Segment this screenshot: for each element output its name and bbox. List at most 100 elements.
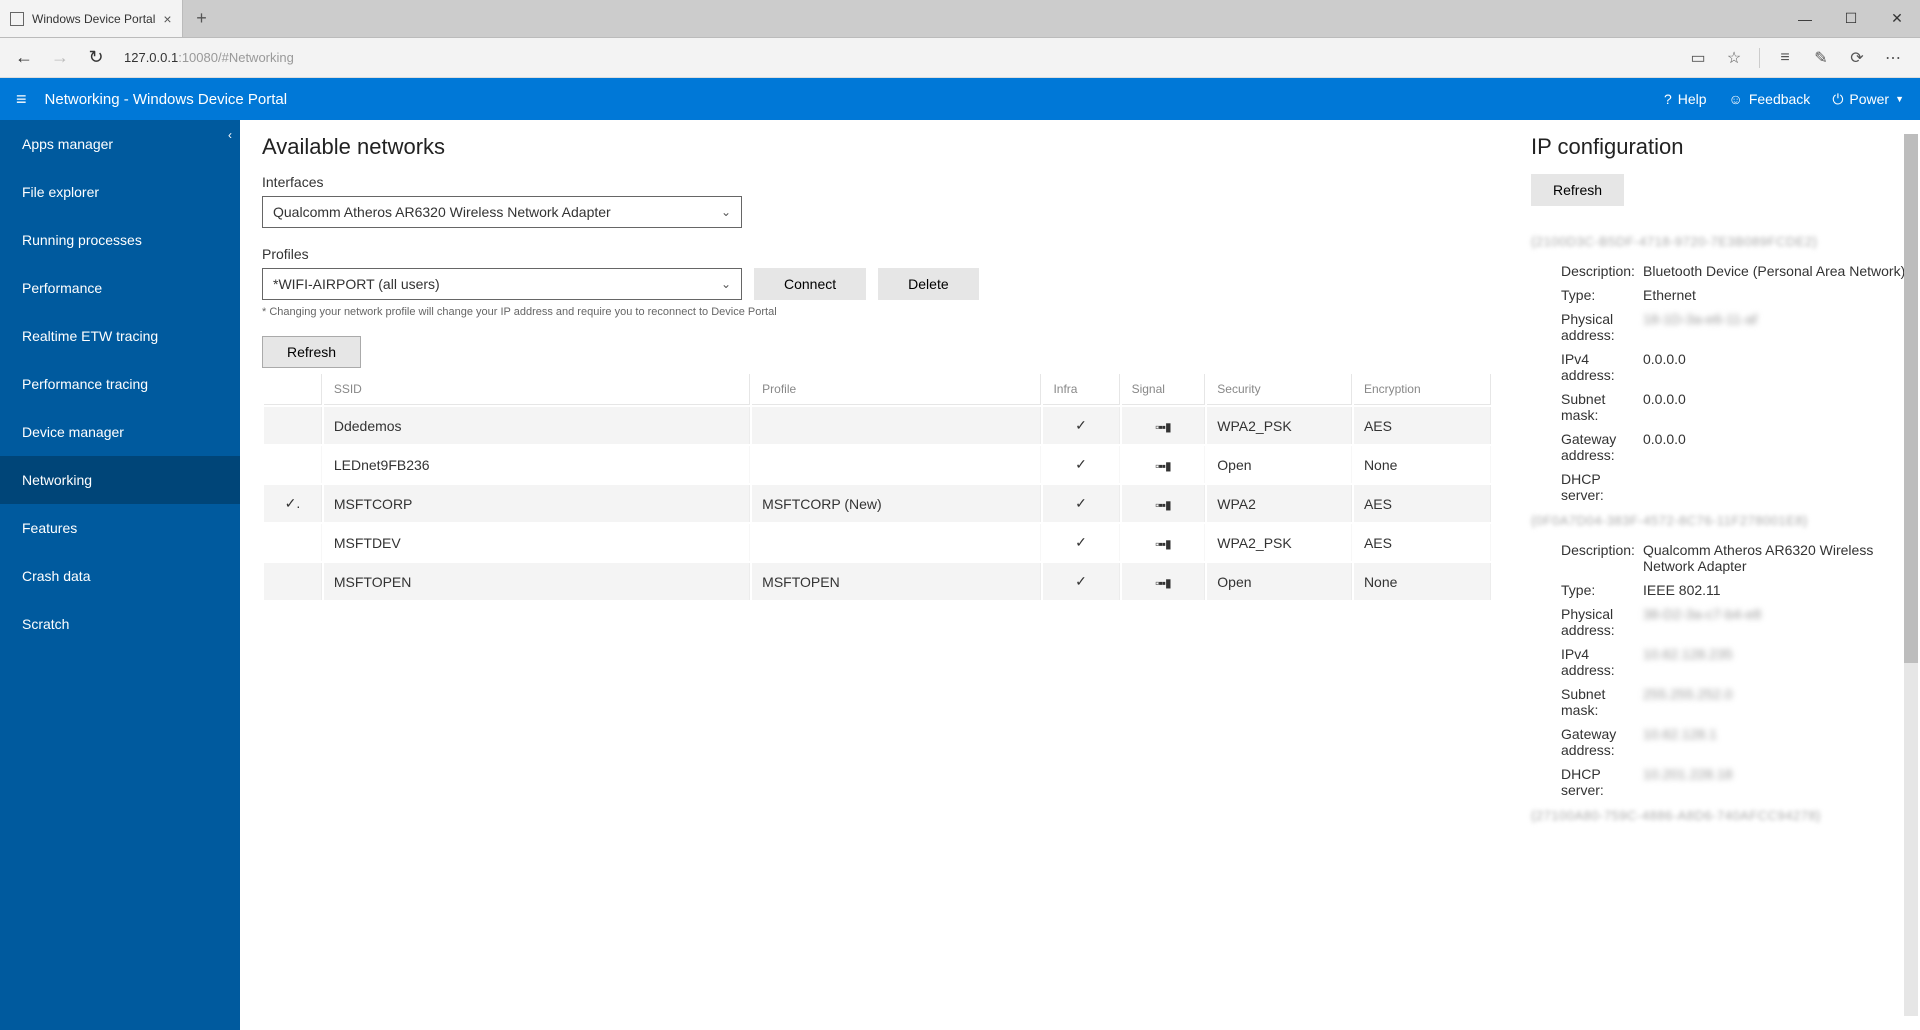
new-tab-button[interactable]: + bbox=[183, 0, 221, 37]
cell-encryption: AES bbox=[1354, 485, 1491, 522]
sidebar-item-scratch[interactable]: Scratch bbox=[0, 600, 240, 648]
cell-infra: ✓ bbox=[1043, 446, 1119, 483]
forward-button[interactable]: → bbox=[42, 42, 78, 74]
table-row[interactable]: LEDnet9FB236 ✓ ▫▪▪▮ OpenNone bbox=[264, 446, 1491, 483]
cell-infra: ✓ bbox=[1043, 407, 1119, 444]
reading-view-icon[interactable]: ▭ bbox=[1683, 43, 1713, 73]
address-bar[interactable]: 127.0.0.1:10080/#Networking bbox=[124, 50, 1683, 65]
page-icon bbox=[10, 12, 24, 26]
cell-signal: ▫▪▪▮ bbox=[1122, 485, 1206, 522]
label-mask: Subnet mask: bbox=[1531, 391, 1639, 423]
cell-encryption: None bbox=[1354, 446, 1491, 483]
sidebar-item-apps-manager[interactable]: Apps manager bbox=[0, 120, 240, 168]
adapter-guid: {0F0A7D04-383F-4572-8C76-11F278001E8} bbox=[1531, 513, 1910, 528]
delete-button[interactable]: Delete bbox=[878, 268, 978, 300]
refresh-networks-button[interactable]: Refresh bbox=[262, 336, 361, 368]
close-icon[interactable]: × bbox=[163, 11, 171, 27]
help-icon: ? bbox=[1664, 91, 1672, 107]
value-ipv4: 10.62.128.235 bbox=[1639, 646, 1910, 678]
label-physical: Physical address: bbox=[1531, 311, 1639, 343]
interfaces-select[interactable]: Qualcomm Atheros AR6320 Wireless Network… bbox=[262, 196, 742, 228]
signal-icon: ▫▪▪▮ bbox=[1155, 420, 1170, 434]
connect-button[interactable]: Connect bbox=[754, 268, 866, 300]
profiles-value: *WIFI-AIRPORT (all users) bbox=[273, 276, 440, 292]
adapter-block: {0F0A7D04-383F-4572-8C76-11F278001E8} Des… bbox=[1531, 513, 1910, 802]
cell-security: Open bbox=[1207, 446, 1352, 483]
col-security[interactable]: Security bbox=[1207, 374, 1352, 405]
chevron-down-icon: ⌄ bbox=[721, 277, 731, 291]
adapter-block: {27100A80-759C-4886-A8D6-740AFCC94278} bbox=[1531, 808, 1910, 823]
label-physical: Physical address: bbox=[1531, 606, 1639, 638]
value-mask: 0.0.0.0 bbox=[1639, 391, 1910, 423]
sidebar-item-networking[interactable]: Networking bbox=[0, 456, 240, 504]
refresh-ipconfig-button[interactable]: Refresh bbox=[1531, 174, 1624, 206]
minimize-button[interactable]: — bbox=[1782, 0, 1828, 37]
available-networks-title: Available networks bbox=[262, 134, 1493, 160]
refresh-button[interactable]: ↻ bbox=[78, 42, 114, 74]
col-encryption[interactable]: Encryption bbox=[1354, 374, 1491, 405]
table-row[interactable]: Ddedemos✓▫▪▪▮WPA2_PSKAES bbox=[264, 407, 1491, 444]
signal-icon: ▫▪▪▮ bbox=[1155, 576, 1170, 590]
cell-signal: ▫▪▪▮ bbox=[1122, 563, 1206, 600]
browser-toolbar: ← → ↻ 127.0.0.1:10080/#Networking ▭ ☆ ≡ … bbox=[0, 38, 1920, 78]
cell-ssid: MSFTCORP bbox=[324, 485, 750, 522]
sidebar-item-file-explorer[interactable]: File explorer bbox=[0, 168, 240, 216]
cell-ssid: LEDnet9FB236 bbox=[324, 446, 750, 483]
share-icon[interactable]: ⟳ bbox=[1842, 43, 1872, 73]
cell-encryption: AES bbox=[1354, 524, 1491, 561]
profiles-select[interactable]: *WIFI-AIRPORT (all users) ⌄ bbox=[262, 268, 742, 300]
value-description: Bluetooth Device (Personal Area Network) bbox=[1639, 263, 1910, 279]
cell-profile bbox=[752, 407, 1041, 444]
label-description: Description: bbox=[1531, 542, 1639, 574]
feedback-link[interactable]: ☺Feedback bbox=[1729, 91, 1811, 107]
sidebar-item-realtime-etw-tracing[interactable]: Realtime ETW tracing bbox=[0, 312, 240, 360]
cell-profile bbox=[752, 524, 1041, 561]
notes-icon[interactable]: ✎ bbox=[1806, 43, 1836, 73]
hamburger-icon[interactable]: ≡ bbox=[16, 89, 27, 110]
hub-icon[interactable]: ≡ bbox=[1770, 43, 1800, 73]
interfaces-label: Interfaces bbox=[262, 174, 1493, 190]
sidebar-item-performance-tracing[interactable]: Performance tracing bbox=[0, 360, 240, 408]
col-infra[interactable]: Infra bbox=[1043, 374, 1119, 405]
help-link[interactable]: ?Help bbox=[1664, 91, 1707, 107]
col-ssid[interactable]: SSID bbox=[324, 374, 750, 405]
collapse-sidebar-icon[interactable]: ‹ bbox=[228, 128, 232, 142]
address-host: 127.0.0.1 bbox=[124, 50, 178, 65]
maximize-button[interactable]: ☐ bbox=[1828, 0, 1874, 37]
cell-encryption: AES bbox=[1354, 407, 1491, 444]
table-row[interactable]: MSFTOPENMSFTOPEN✓▫▪▪▮OpenNone bbox=[264, 563, 1491, 600]
label-type: Type: bbox=[1531, 582, 1639, 598]
sidebar-item-running-processes[interactable]: Running processes bbox=[0, 216, 240, 264]
cell-profile: MSFTCORP (New) bbox=[752, 485, 1041, 522]
cell-infra: ✓ bbox=[1043, 485, 1119, 522]
signal-icon: ▫▪▪▮ bbox=[1155, 498, 1170, 512]
sidebar-item-performance[interactable]: Performance bbox=[0, 264, 240, 312]
col-profile[interactable]: Profile bbox=[752, 374, 1041, 405]
sidebar: ‹ Apps managerFile explorerRunning proce… bbox=[0, 120, 240, 1030]
available-networks-pane: Available networks Interfaces Qualcomm A… bbox=[240, 120, 1515, 1030]
app-header: ≡ Networking - Windows Device Portal ?He… bbox=[0, 78, 1920, 120]
sidebar-item-features[interactable]: Features bbox=[0, 504, 240, 552]
table-row[interactable]: ✓.MSFTCORPMSFTCORP (New)✓▫▪▪▮WPA2AES bbox=[264, 485, 1491, 522]
sidebar-item-device-manager[interactable]: Device manager bbox=[0, 408, 240, 456]
more-icon[interactable]: ⋯ bbox=[1878, 43, 1908, 73]
scrollbar[interactable] bbox=[1904, 134, 1918, 1016]
sidebar-item-crash-data[interactable]: Crash data bbox=[0, 552, 240, 600]
close-window-button[interactable]: ✕ bbox=[1874, 0, 1920, 37]
tab-title: Windows Device Portal bbox=[32, 12, 155, 26]
browser-tab[interactable]: Windows Device Portal × bbox=[0, 0, 183, 37]
value-physical: 38-D2-3a-c7-b4-e8 bbox=[1639, 606, 1910, 638]
label-dhcp: DHCP server: bbox=[1531, 766, 1639, 798]
chevron-down-icon: ▼ bbox=[1895, 94, 1904, 104]
back-button[interactable]: ← bbox=[6, 42, 42, 74]
interfaces-value: Qualcomm Atheros AR6320 Wireless Network… bbox=[273, 204, 611, 220]
favorite-icon[interactable]: ☆ bbox=[1719, 43, 1749, 73]
networks-table-scroll[interactable]: SSID Profile Infra Signal Security Encry… bbox=[262, 372, 1493, 602]
table-row[interactable]: MSFTDEV✓▫▪▪▮WPA2_PSKAES bbox=[264, 524, 1491, 561]
cell-security: WPA2_PSK bbox=[1207, 407, 1352, 444]
power-menu[interactable]: ⏻Power▼ bbox=[1832, 91, 1904, 108]
col-signal[interactable]: Signal bbox=[1122, 374, 1206, 405]
signal-icon: ▫▪▪▮ bbox=[1155, 459, 1170, 473]
adapter-guid: {27100A80-759C-4886-A8D6-740AFCC94278} bbox=[1531, 808, 1910, 823]
cell-infra: ✓ bbox=[1043, 524, 1119, 561]
